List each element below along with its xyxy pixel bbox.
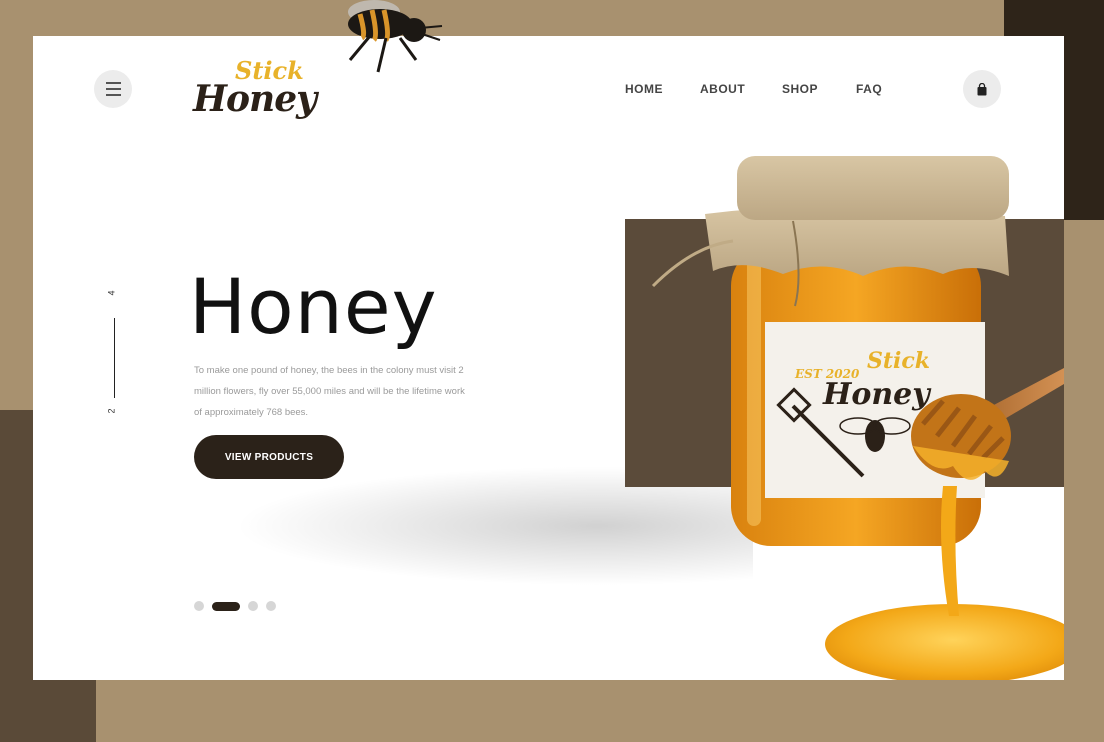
bee-illustration — [348, 0, 443, 73]
slider-dots — [194, 601, 284, 611]
hero-description: To make one pound of honey, the bees in … — [194, 365, 465, 418]
honey-jar-image: EST 2020 Stick Honey — [651, 156, 1064, 680]
slider-dot-active[interactable] — [212, 601, 240, 611]
menu-button[interactable] — [94, 70, 132, 108]
slide-pager: 4 2 — [105, 288, 125, 418]
hamburger-icon — [105, 80, 121, 98]
jar-label-top: Stick — [867, 348, 930, 374]
pager-total: 4 — [106, 290, 117, 296]
jar-label-main: Honey — [822, 377, 932, 412]
slider-dot[interactable] — [248, 601, 258, 611]
nav-faq[interactable]: FAQ — [856, 82, 882, 96]
pager-line — [114, 318, 115, 398]
nav-shop[interactable]: SHOP — [782, 82, 818, 96]
slider-dot[interactable] — [194, 601, 204, 611]
nav-about[interactable]: ABOUT — [700, 82, 745, 96]
hero-title: Honey — [189, 262, 438, 351]
pager-current: 2 — [106, 408, 117, 414]
shopping-bag-icon — [977, 82, 987, 95]
logo-main-text: Honey — [193, 78, 317, 120]
hero-card: Stick Honey HOME ABOUT SHOP FAQ 4 2 Hone… — [33, 36, 1064, 680]
cart-button[interactable] — [963, 70, 1001, 108]
logo[interactable]: Stick Honey — [193, 54, 317, 124]
nav-home[interactable]: HOME — [625, 82, 663, 96]
slider-dot[interactable] — [266, 601, 276, 611]
